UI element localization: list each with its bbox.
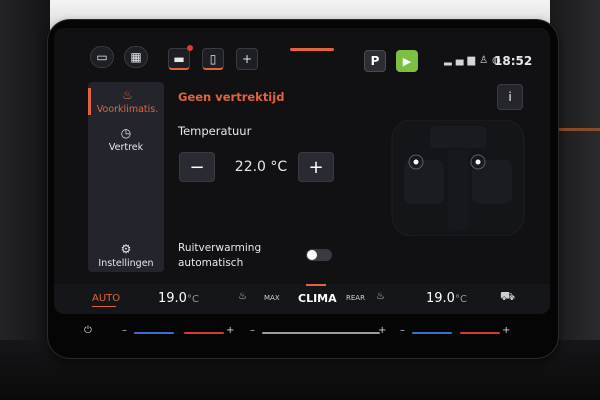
- left-temperature[interactable]: 19.0°C: [158, 291, 199, 306]
- active-indicator-bar: [290, 48, 334, 51]
- rear-window-label-line1: Ruitverwarming: [178, 242, 262, 254]
- user-icon: ♙: [479, 55, 493, 66]
- right-temperature-unit: °C: [454, 294, 467, 305]
- right-temp-plus[interactable]: +: [502, 325, 510, 336]
- right-temp-slider-warm[interactable]: [460, 332, 500, 334]
- left-temp-slider-cold[interactable]: [134, 332, 174, 334]
- left-temp-slider-warm[interactable]: [184, 332, 224, 334]
- left-temperature-value: 19.0: [158, 291, 187, 306]
- apps-grid-icon[interactable]: ▦: [124, 46, 148, 68]
- windows-icon[interactable]: ▭: [90, 46, 114, 68]
- rear-defrost-label: REAR: [346, 294, 365, 302]
- right-temperature[interactable]: 19.0°C: [426, 291, 467, 306]
- auto-climate-button[interactable]: AUTO: [92, 293, 120, 304]
- clock-icon: ◷: [120, 126, 132, 140]
- volume-plus[interactable]: +: [378, 325, 386, 336]
- temperature-label: Temperatuur: [178, 124, 252, 138]
- rear-window-label-line2: automatisch: [178, 257, 244, 269]
- sidebar-item-label: Vertrek: [108, 142, 144, 153]
- info-button[interactable]: i: [497, 84, 523, 110]
- auto-underline: [92, 306, 116, 307]
- volume-slider[interactable]: [262, 332, 380, 334]
- signal-icon: ▂▄▆: [444, 55, 480, 66]
- sidebar-item-vertrek[interactable]: ◷ Vertrek: [88, 126, 164, 153]
- touch-slider-strip: ⏻ – + – + – +: [60, 322, 548, 344]
- sidebar: ♨ Voorklimatis. ◷ Vertrek ⚙ Instellingen: [88, 82, 164, 272]
- page-title: Geen vertrektijd: [178, 90, 285, 104]
- temperature-increase-button[interactable]: +: [298, 152, 334, 182]
- max-defrost-button[interactable]: MAX: [264, 294, 280, 302]
- left-temp-minus[interactable]: –: [122, 325, 127, 336]
- infotainment-screen: ▭ ▦ ▬ ▯ + P ▶ ▂▄▆♙◍ 18:52 ♨ Voorklimatis…: [54, 28, 550, 314]
- left-temperature-unit: °C: [186, 294, 199, 305]
- plus-icon[interactable]: +: [236, 48, 258, 70]
- carplay-icon[interactable]: ▶: [396, 50, 418, 72]
- seat-heating-left-icon[interactable]: ♨: [238, 291, 247, 302]
- notification-dot: [187, 45, 193, 51]
- temperature-value: 22.0 °C: [234, 159, 288, 175]
- power-icon[interactable]: ⏻: [84, 325, 92, 336]
- car-settings-icon[interactable]: ⛟: [500, 289, 515, 305]
- rear-window-heating-toggle[interactable]: [306, 249, 332, 261]
- seat-right-point-icon: [475, 159, 481, 165]
- right-temp-slider-cold[interactable]: [412, 332, 452, 334]
- sidebar-item-label: Voorklimatis.: [96, 104, 159, 115]
- clock-time: 18:52: [494, 54, 533, 68]
- left-temp-plus[interactable]: +: [226, 325, 234, 336]
- rear-window-heating-label: Ruitverwarming automatisch: [178, 241, 261, 271]
- temperature-decrease-button[interactable]: −: [179, 152, 215, 182]
- seat-heating-right-icon[interactable]: ♨: [376, 291, 385, 302]
- gear-icon: ⚙: [120, 242, 132, 256]
- sidebar-item-label: Instellingen: [98, 258, 154, 269]
- gear-indicator: P: [364, 50, 386, 72]
- info-icon: i: [508, 90, 512, 104]
- seat-left-point-icon: [413, 159, 419, 165]
- max-defrost-label: MAX: [264, 294, 280, 302]
- rear-defrost-button[interactable]: REAR: [346, 294, 365, 302]
- toggle-knob: [307, 250, 317, 260]
- sidebar-item-voorklimatis[interactable]: ♨ Voorklimatis.: [88, 88, 164, 115]
- right-temperature-value: 19.0: [426, 291, 455, 306]
- heat-waves-icon: ♨: [122, 88, 133, 102]
- sidebar-item-instellingen[interactable]: ⚙ Instellingen: [88, 242, 164, 269]
- clima-button[interactable]: CLIMA: [298, 292, 337, 305]
- car-icon[interactable]: ▬: [168, 48, 190, 70]
- clima-underline: [306, 284, 326, 286]
- volume-minus[interactable]: –: [250, 325, 255, 336]
- right-temp-minus[interactable]: –: [400, 325, 405, 336]
- phone-battery-icon[interactable]: ▯: [202, 48, 224, 70]
- car-interior-illustration: [391, 120, 525, 236]
